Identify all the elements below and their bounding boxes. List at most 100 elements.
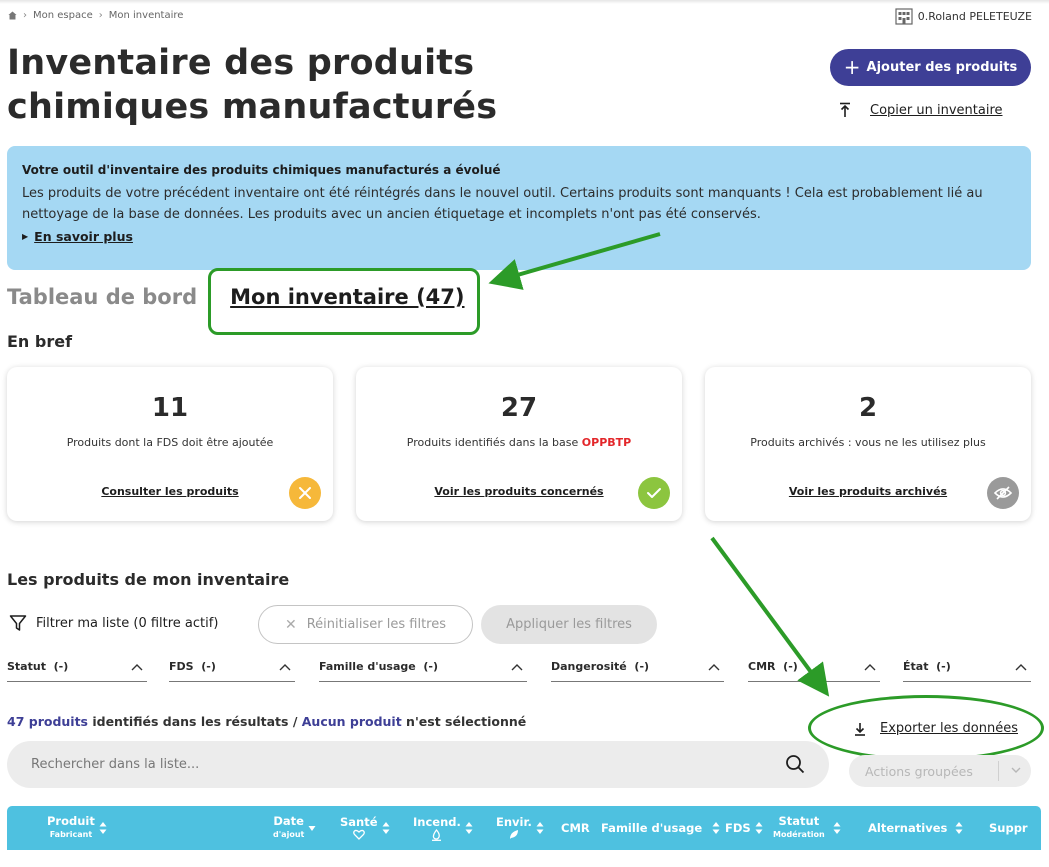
leaf-icon <box>509 830 518 839</box>
sort-icon <box>955 822 963 834</box>
breadcrumb-item-mon-espace[interactable]: Mon espace <box>33 10 93 21</box>
products-section-title: Les produits de mon inventaire <box>7 570 290 589</box>
sort-icon <box>382 822 390 834</box>
filter-state-value: État (-) <box>903 660 951 673</box>
chevron-up-icon <box>864 663 876 670</box>
top-shadow <box>0 0 1049 4</box>
sort-desc-icon <box>308 826 316 831</box>
divider <box>998 761 999 781</box>
column-cmr: CMR <box>561 821 590 835</box>
column-fds[interactable]: FDS <box>725 806 763 850</box>
sort-icon <box>536 822 544 834</box>
sort-icon <box>712 822 720 834</box>
close-icon: ✕ <box>284 616 297 633</box>
view-products-link[interactable]: Consulter les produits <box>7 485 333 498</box>
filter-cmr-value: CMR (-) <box>748 660 798 673</box>
upload-icon <box>840 102 850 117</box>
chevron-right-icon: › <box>23 10 27 21</box>
annotation-highlight-box <box>208 268 480 335</box>
eye-off-icon <box>987 477 1019 509</box>
column-usage-family[interactable]: Famille d'usage <box>601 806 720 850</box>
sort-icon <box>833 822 841 834</box>
group-actions-label: Actions groupées <box>865 763 973 779</box>
chevron-up-icon <box>131 663 143 670</box>
reset-filters-button[interactable]: ✕ Réinitialiser les filtres <box>258 605 473 644</box>
filter-usage-family-value: Famille d'usage (-) <box>319 660 439 673</box>
filter-state-select[interactable]: État (-) <box>903 652 1031 682</box>
chevron-up-icon <box>1015 663 1027 670</box>
card-description: Produits identifiés dans la base OPPBTP <box>406 436 632 449</box>
home-icon[interactable] <box>8 11 17 20</box>
chevron-up-icon <box>708 663 720 670</box>
column-date-added[interactable]: Date d'ajout <box>273 806 316 850</box>
building-icon <box>895 8 913 25</box>
sort-icon <box>755 822 763 834</box>
close-icon <box>289 477 321 509</box>
selection-count: Aucun produit <box>301 714 402 729</box>
column-alternatives[interactable]: Alternatives <box>868 806 963 850</box>
flame-icon <box>432 828 442 841</box>
column-status[interactable]: Statut Modération <box>773 806 841 850</box>
filter-label: Filtrer ma liste (0 filtre actif) <box>36 615 219 631</box>
oppbtp-label: OPPBTP <box>581 436 632 449</box>
tab-dashboard[interactable]: Tableau de bord <box>7 285 197 309</box>
annotation-highlight-ellipse <box>808 695 1044 761</box>
health-icon <box>352 829 365 840</box>
table-header: Produit Fabricant Date d'ajout Santé Incen… <box>7 806 1041 850</box>
apply-filters-button[interactable]: Appliquer les filtres <box>481 605 657 644</box>
chevron-up-icon <box>279 663 291 670</box>
column-environment[interactable]: Envir. <box>496 806 544 850</box>
filter-hazard-value: Dangerosité (-) <box>551 660 650 673</box>
learn-more-label: En savoir plus <box>34 229 133 244</box>
user-account[interactable]: 0.Roland PELETEUZE <box>895 7 1032 25</box>
card-value: 27 <box>500 393 538 423</box>
card-value: 11 <box>151 393 189 423</box>
breadcrumb: › Mon espace › Mon inventaire <box>8 10 183 21</box>
results-count: 47 produits <box>7 714 88 729</box>
summary-title: En bref <box>7 332 73 351</box>
add-products-button[interactable]: + Ajouter des produits <box>830 49 1031 86</box>
column-health[interactable]: Santé <box>340 806 390 850</box>
copy-inventory-label: Copier un inventaire <box>870 102 1003 118</box>
info-heading: Votre outil d'inventaire des produits ch… <box>22 163 501 177</box>
filter-toggle[interactable]: Filtrer ma liste (0 filtre actif) <box>9 614 218 632</box>
chevron-down-icon <box>1011 767 1021 773</box>
column-delete: Suppr <box>989 821 1028 835</box>
add-products-label: Ajouter des produits <box>866 60 1018 75</box>
view-archived-products-link[interactable]: Voir les produits archivés <box>705 485 1031 498</box>
column-product[interactable]: Produit Fabricant <box>47 806 107 850</box>
copy-inventory-link[interactable]: Copier un inventaire <box>838 102 1003 118</box>
search-bar: Rechercher dans la liste... <box>7 741 829 788</box>
group-actions-select[interactable]: Actions groupées <box>849 755 1031 787</box>
learn-more-link[interactable]: ▶ En savoir plus <box>22 229 1016 244</box>
breadcrumb-item-mon-inventaire: Mon inventaire <box>108 10 184 21</box>
page-title: Inventaire des produits chimiques manufa… <box>7 43 498 127</box>
view-concerned-products-link[interactable]: Voir les produits concernés <box>356 485 682 498</box>
filter-cmr-select[interactable]: CMR (-) <box>748 652 880 682</box>
reset-filters-label: Réinitialiser les filtres <box>306 617 447 632</box>
chevron-right-icon: › <box>98 10 103 21</box>
funnel-icon <box>9 615 27 631</box>
info-banner: Votre outil d'inventaire des produits ch… <box>7 146 1031 270</box>
filter-fds-select[interactable]: FDS (-) <box>169 652 295 682</box>
info-body: Les produits de votre précédent inventai… <box>22 186 983 222</box>
card-value: 2 <box>858 393 878 423</box>
filter-status-select[interactable]: Statut (-) <box>7 652 147 682</box>
column-fire[interactable]: Incend. <box>413 806 473 850</box>
apply-filters-label: Appliquer les filtres <box>506 617 632 632</box>
card-description: Produits archivés : vous ne les utilisez… <box>750 436 986 449</box>
filter-fds-value: FDS (-) <box>169 660 216 673</box>
search-input[interactable]: Rechercher dans la liste... <box>31 757 199 772</box>
filter-usage-family-select[interactable]: Famille d'usage (-) <box>319 652 527 682</box>
check-icon <box>638 477 670 509</box>
filter-hazard-select[interactable]: Dangerosité (-) <box>551 652 724 682</box>
user-name: 0.Roland PELETEUZE <box>917 9 1032 23</box>
filter-status-value: Statut (-) <box>7 660 69 673</box>
plus-icon: + <box>843 54 861 79</box>
summary-card-archived: 2 Produits archivés : vous ne les utilis… <box>705 367 1031 521</box>
sort-icon <box>465 822 473 834</box>
search-icon[interactable] <box>785 754 805 774</box>
card-description: Produits dont la FDS doit être ajoutée <box>66 436 274 449</box>
sort-icon <box>99 822 107 834</box>
summary-card-fds: 11 Produits dont la FDS doit être ajouté… <box>7 367 333 521</box>
